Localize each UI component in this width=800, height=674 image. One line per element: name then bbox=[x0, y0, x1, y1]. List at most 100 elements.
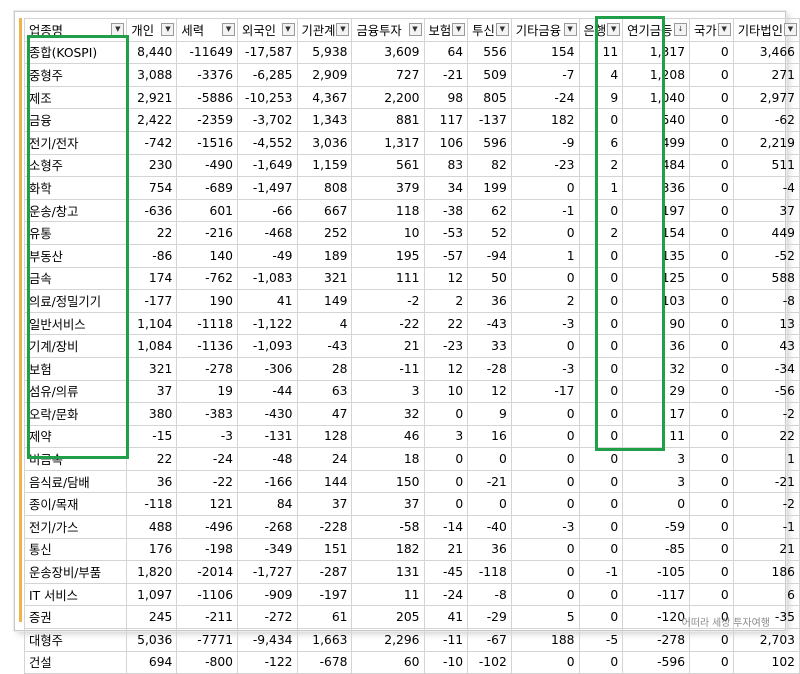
value-cell[interactable]: 0 bbox=[690, 222, 734, 245]
industry-name-cell[interactable]: 소형주 bbox=[25, 154, 127, 177]
value-cell[interactable]: -24 bbox=[424, 583, 468, 606]
value-cell[interactable]: 140 bbox=[177, 244, 238, 267]
value-cell[interactable]: 21 bbox=[733, 538, 799, 561]
value-cell[interactable]: 61 bbox=[297, 606, 352, 629]
value-cell[interactable]: 511 bbox=[733, 154, 799, 177]
value-cell[interactable]: 47 bbox=[297, 403, 352, 426]
value-cell[interactable]: 0 bbox=[690, 312, 734, 335]
value-cell[interactable]: -198 bbox=[177, 538, 238, 561]
value-cell[interactable]: 0 bbox=[511, 403, 579, 426]
value-cell[interactable]: 16 bbox=[468, 425, 512, 448]
value-cell[interactable]: 106 bbox=[424, 131, 468, 154]
value-cell[interactable]: 154 bbox=[623, 222, 690, 245]
industry-name-cell[interactable]: 건설 bbox=[25, 651, 127, 674]
value-cell[interactable]: 60 bbox=[352, 651, 424, 674]
value-cell[interactable]: 561 bbox=[352, 154, 424, 177]
value-cell[interactable]: 0 bbox=[511, 538, 579, 561]
value-cell[interactable]: 41 bbox=[238, 290, 297, 313]
value-cell[interactable]: -3,702 bbox=[238, 109, 297, 132]
value-cell[interactable]: -1 bbox=[733, 516, 799, 539]
value-cell[interactable]: -120 bbox=[623, 606, 690, 629]
value-cell[interactable]: -45 bbox=[424, 561, 468, 584]
value-cell[interactable]: -122 bbox=[238, 651, 297, 674]
value-cell[interactable]: 0 bbox=[690, 403, 734, 426]
column-header[interactable]: 세력▼ bbox=[177, 19, 238, 42]
value-cell[interactable]: 881 bbox=[352, 109, 424, 132]
value-cell[interactable]: 449 bbox=[733, 222, 799, 245]
value-cell[interactable]: 1,040 bbox=[623, 86, 690, 109]
value-cell[interactable]: -62 bbox=[733, 109, 799, 132]
value-cell[interactable]: 230 bbox=[127, 154, 177, 177]
value-cell[interactable]: 21 bbox=[424, 538, 468, 561]
value-cell[interactable]: 84 bbox=[238, 493, 297, 516]
dropdown-filter-icon[interactable]: ▼ bbox=[496, 23, 509, 36]
value-cell[interactable]: 62 bbox=[468, 199, 512, 222]
value-cell[interactable]: 37 bbox=[733, 199, 799, 222]
value-cell[interactable]: 0 bbox=[579, 425, 623, 448]
value-cell[interactable]: 3,466 bbox=[733, 41, 799, 64]
value-cell[interactable]: -15 bbox=[127, 425, 177, 448]
value-cell[interactable]: 28 bbox=[297, 357, 352, 380]
value-cell[interactable]: 189 bbox=[297, 244, 352, 267]
value-cell[interactable]: 0 bbox=[511, 335, 579, 358]
value-cell[interactable]: 321 bbox=[297, 267, 352, 290]
column-header[interactable]: 업종명▼ bbox=[25, 19, 127, 42]
value-cell[interactable]: 22 bbox=[424, 312, 468, 335]
value-cell[interactable]: 29 bbox=[623, 380, 690, 403]
value-cell[interactable]: -2 bbox=[352, 290, 424, 313]
value-cell[interactable]: -22 bbox=[177, 470, 238, 493]
value-cell[interactable]: 271 bbox=[733, 64, 799, 87]
value-cell[interactable]: -349 bbox=[238, 538, 297, 561]
value-cell[interactable]: 754 bbox=[127, 177, 177, 200]
column-header[interactable]: 투신▼ bbox=[468, 19, 512, 42]
value-cell[interactable]: -1,093 bbox=[238, 335, 297, 358]
value-cell[interactable]: 0 bbox=[579, 606, 623, 629]
value-cell[interactable]: 0 bbox=[468, 493, 512, 516]
value-cell[interactable]: -1,122 bbox=[238, 312, 297, 335]
industry-name-cell[interactable]: 금융 bbox=[25, 109, 127, 132]
value-cell[interactable]: 556 bbox=[468, 41, 512, 64]
value-cell[interactable]: -10,253 bbox=[238, 86, 297, 109]
value-cell[interactable]: -58 bbox=[352, 516, 424, 539]
value-cell[interactable]: -118 bbox=[127, 493, 177, 516]
value-cell[interactable]: 3,609 bbox=[352, 41, 424, 64]
industry-name-cell[interactable]: 유통 bbox=[25, 222, 127, 245]
value-cell[interactable]: 4 bbox=[297, 312, 352, 335]
value-cell[interactable]: -21 bbox=[733, 470, 799, 493]
value-cell[interactable]: 0 bbox=[511, 493, 579, 516]
value-cell[interactable]: -228 bbox=[297, 516, 352, 539]
value-cell[interactable]: 2,977 bbox=[733, 86, 799, 109]
value-cell[interactable]: 12 bbox=[468, 380, 512, 403]
value-cell[interactable]: -7 bbox=[511, 64, 579, 87]
value-cell[interactable]: 6 bbox=[733, 583, 799, 606]
industry-name-cell[interactable]: 제조 bbox=[25, 86, 127, 109]
value-cell[interactable]: -4 bbox=[733, 177, 799, 200]
value-cell[interactable]: -40 bbox=[468, 516, 512, 539]
value-cell[interactable]: 10 bbox=[352, 222, 424, 245]
value-cell[interactable]: -66 bbox=[238, 199, 297, 222]
value-cell[interactable]: -3 bbox=[511, 357, 579, 380]
value-cell[interactable]: -7771 bbox=[177, 629, 238, 652]
value-cell[interactable]: 1,159 bbox=[297, 154, 352, 177]
value-cell[interactable]: 103 bbox=[623, 290, 690, 313]
value-cell[interactable]: -11 bbox=[424, 629, 468, 652]
value-cell[interactable]: 22 bbox=[733, 425, 799, 448]
value-cell[interactable]: 0 bbox=[690, 425, 734, 448]
value-cell[interactable]: -56 bbox=[733, 380, 799, 403]
dropdown-filter-icon[interactable]: ▼ bbox=[607, 23, 620, 36]
value-cell[interactable]: 205 bbox=[352, 606, 424, 629]
value-cell[interactable]: 2,219 bbox=[733, 131, 799, 154]
dropdown-filter-icon[interactable]: ▼ bbox=[336, 23, 349, 36]
value-cell[interactable]: 1,343 bbox=[297, 109, 352, 132]
value-cell[interactable]: 3,036 bbox=[297, 131, 352, 154]
value-cell[interactable]: 0 bbox=[690, 244, 734, 267]
value-cell[interactable]: 13 bbox=[733, 312, 799, 335]
value-cell[interactable]: -44 bbox=[238, 380, 297, 403]
value-cell[interactable]: -24 bbox=[511, 86, 579, 109]
value-cell[interactable]: -10 bbox=[424, 651, 468, 674]
value-cell[interactable]: 131 bbox=[352, 561, 424, 584]
value-cell[interactable]: 0 bbox=[690, 199, 734, 222]
value-cell[interactable]: -43 bbox=[297, 335, 352, 358]
value-cell[interactable]: 182 bbox=[352, 538, 424, 561]
value-cell[interactable]: 1 bbox=[511, 244, 579, 267]
